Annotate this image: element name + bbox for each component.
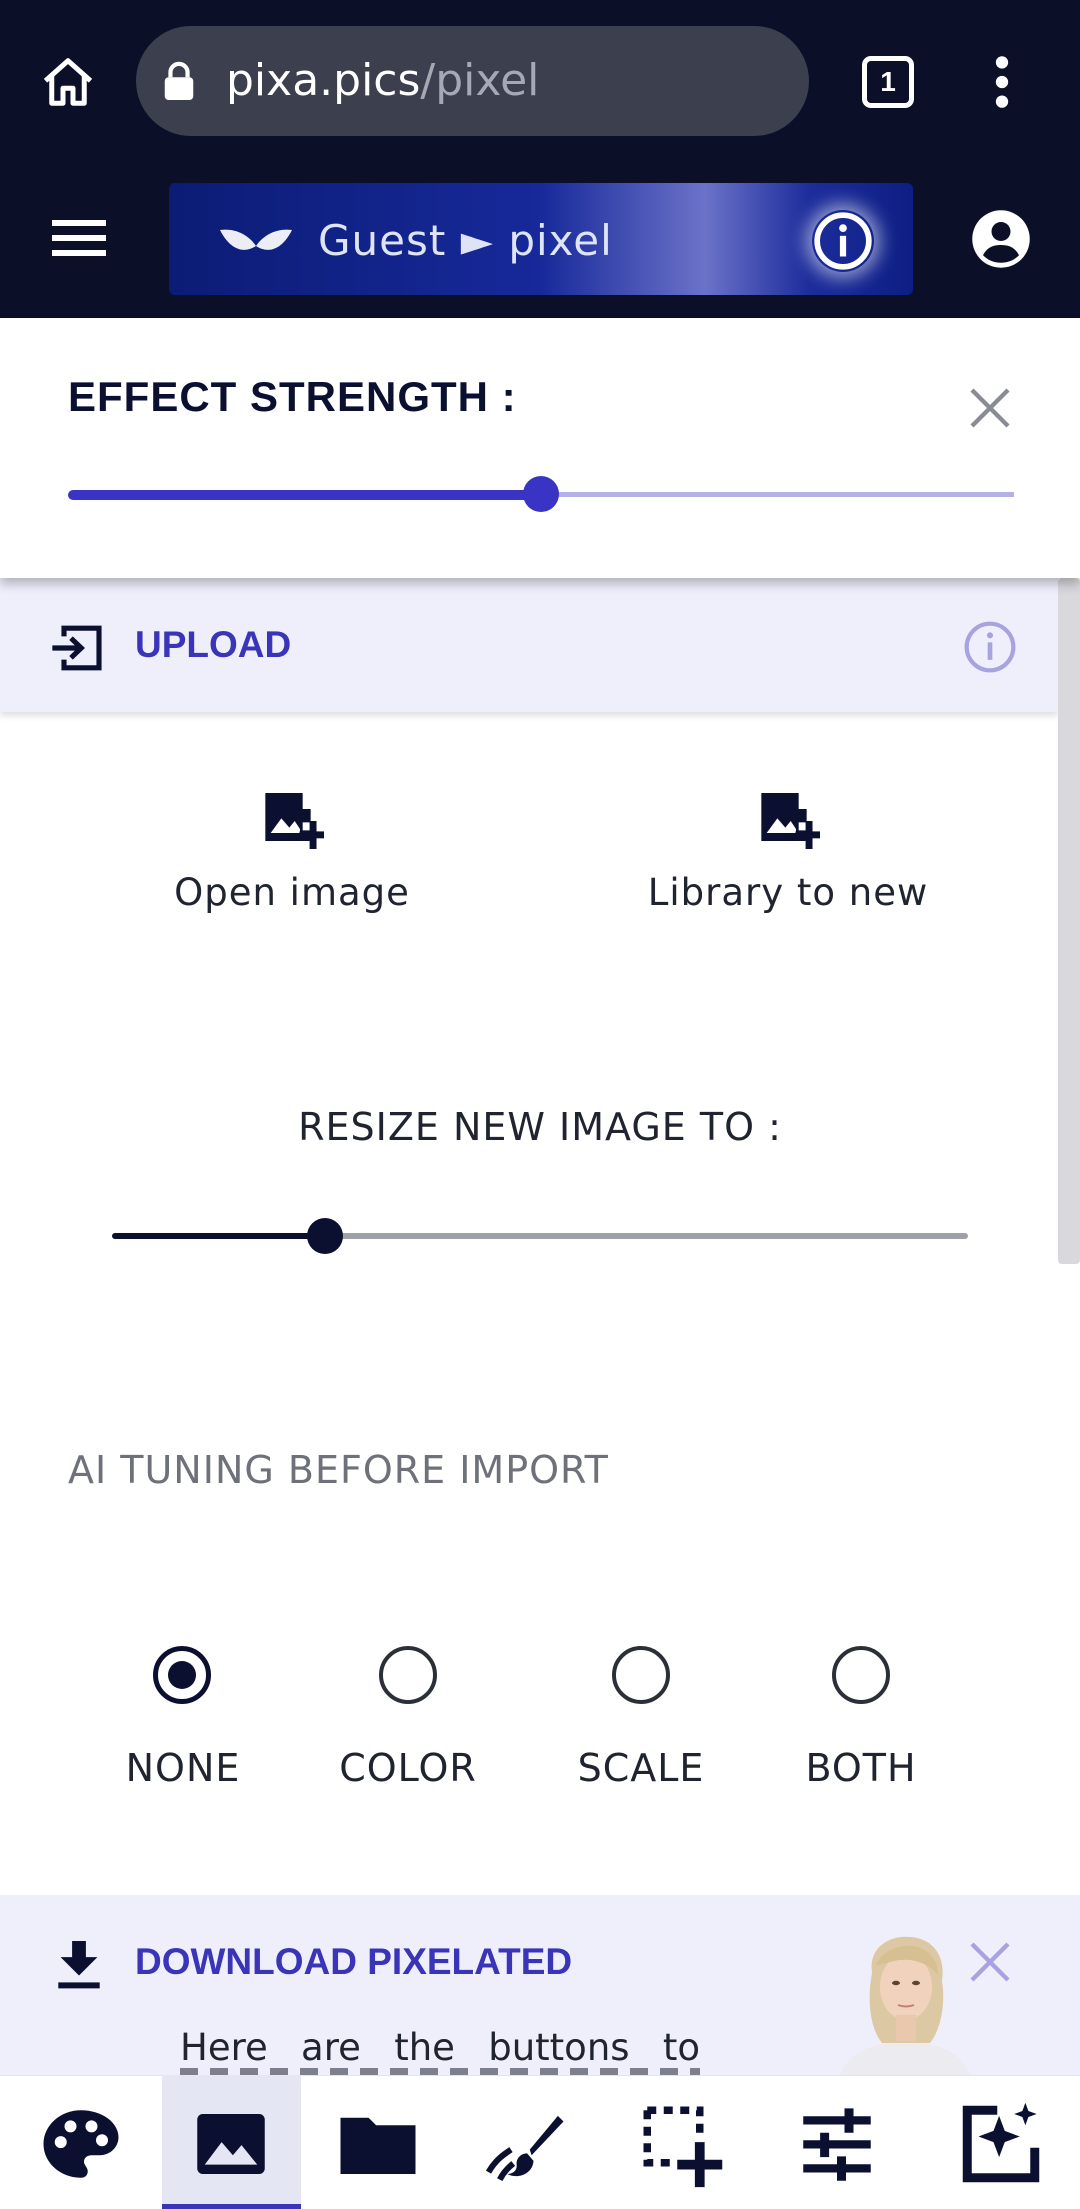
tab-active-indicator bbox=[162, 2204, 301, 2209]
radio-none[interactable] bbox=[153, 1646, 211, 1704]
resize-slider-track[interactable] bbox=[325, 1233, 968, 1239]
menu-icon[interactable] bbox=[52, 218, 106, 258]
tab-count: 1 bbox=[880, 66, 896, 97]
more-vert-icon[interactable] bbox=[984, 54, 1020, 110]
brush-icon[interactable] bbox=[481, 2099, 571, 2189]
close-download-icon[interactable] bbox=[968, 1940, 1012, 1984]
radio-label-none: NONE bbox=[125, 1746, 241, 1790]
library-to-new-label: Library to new bbox=[647, 871, 929, 914]
add-photo-icon bbox=[761, 793, 820, 849]
effect-slider-thumb[interactable] bbox=[523, 476, 559, 512]
logo-icon bbox=[220, 229, 292, 250]
radio-label-scale: SCALE bbox=[577, 1746, 705, 1790]
effect-slider-fill bbox=[68, 490, 540, 500]
open-image-label: Open image bbox=[174, 871, 410, 914]
close-icon[interactable] bbox=[968, 386, 1012, 430]
tune-icon[interactable] bbox=[792, 2099, 882, 2189]
radio-both[interactable] bbox=[832, 1646, 890, 1704]
download-text-cut bbox=[180, 2068, 700, 2075]
assistant-avatar bbox=[840, 1936, 970, 2075]
radio-label-color: COLOR bbox=[339, 1746, 477, 1790]
effect-strength-panel bbox=[0, 318, 1080, 578]
lock-icon bbox=[164, 61, 194, 100]
radio-scale[interactable] bbox=[612, 1646, 670, 1704]
open-image-button[interactable]: Open image bbox=[82, 785, 502, 914]
folder-icon[interactable] bbox=[333, 2099, 423, 2189]
info-outline-icon[interactable] bbox=[962, 619, 1018, 675]
resize-title: RESIZE NEW IMAGE TO : bbox=[298, 1105, 782, 1149]
select-add-icon[interactable] bbox=[636, 2099, 726, 2189]
download-icon bbox=[58, 1941, 100, 1989]
library-to-new-button[interactable]: Library to new bbox=[578, 785, 998, 914]
upload-title: UPLOAD bbox=[135, 624, 292, 665]
account-icon[interactable] bbox=[971, 209, 1031, 269]
tab-switcher-button[interactable]: 1 bbox=[862, 56, 914, 108]
scrollbar[interactable] bbox=[1058, 578, 1080, 1264]
resize-slider-thumb[interactable] bbox=[307, 1218, 343, 1254]
url-domain: pixa.pics bbox=[226, 55, 421, 106]
login-icon bbox=[52, 625, 102, 671]
download-description: Here are the buttons to bbox=[180, 2026, 700, 2069]
add-photo-icon bbox=[265, 793, 324, 849]
resize-slider-fill bbox=[112, 1233, 325, 1239]
ai-image-icon[interactable] bbox=[956, 2099, 1046, 2189]
image-icon[interactable] bbox=[186, 2099, 276, 2189]
brand-title: Guest ► pixel bbox=[318, 216, 613, 265]
radio-color[interactable] bbox=[379, 1646, 437, 1704]
home-icon[interactable] bbox=[38, 52, 98, 112]
url-text[interactable]: pixa.pics/pixel bbox=[226, 55, 539, 107]
ai-tuning-title: AI TUNING BEFORE IMPORT bbox=[68, 1448, 609, 1492]
palette-icon[interactable] bbox=[36, 2099, 126, 2189]
effect-slider-track[interactable] bbox=[540, 492, 1014, 497]
effect-strength-title: EFFECT STRENGTH : bbox=[68, 373, 517, 420]
download-title: DOWNLOAD PIXELATED bbox=[135, 1941, 573, 1982]
radio-label-both: BOTH bbox=[805, 1746, 917, 1790]
url-path: /pixel bbox=[420, 55, 540, 106]
info-icon[interactable] bbox=[812, 210, 874, 272]
